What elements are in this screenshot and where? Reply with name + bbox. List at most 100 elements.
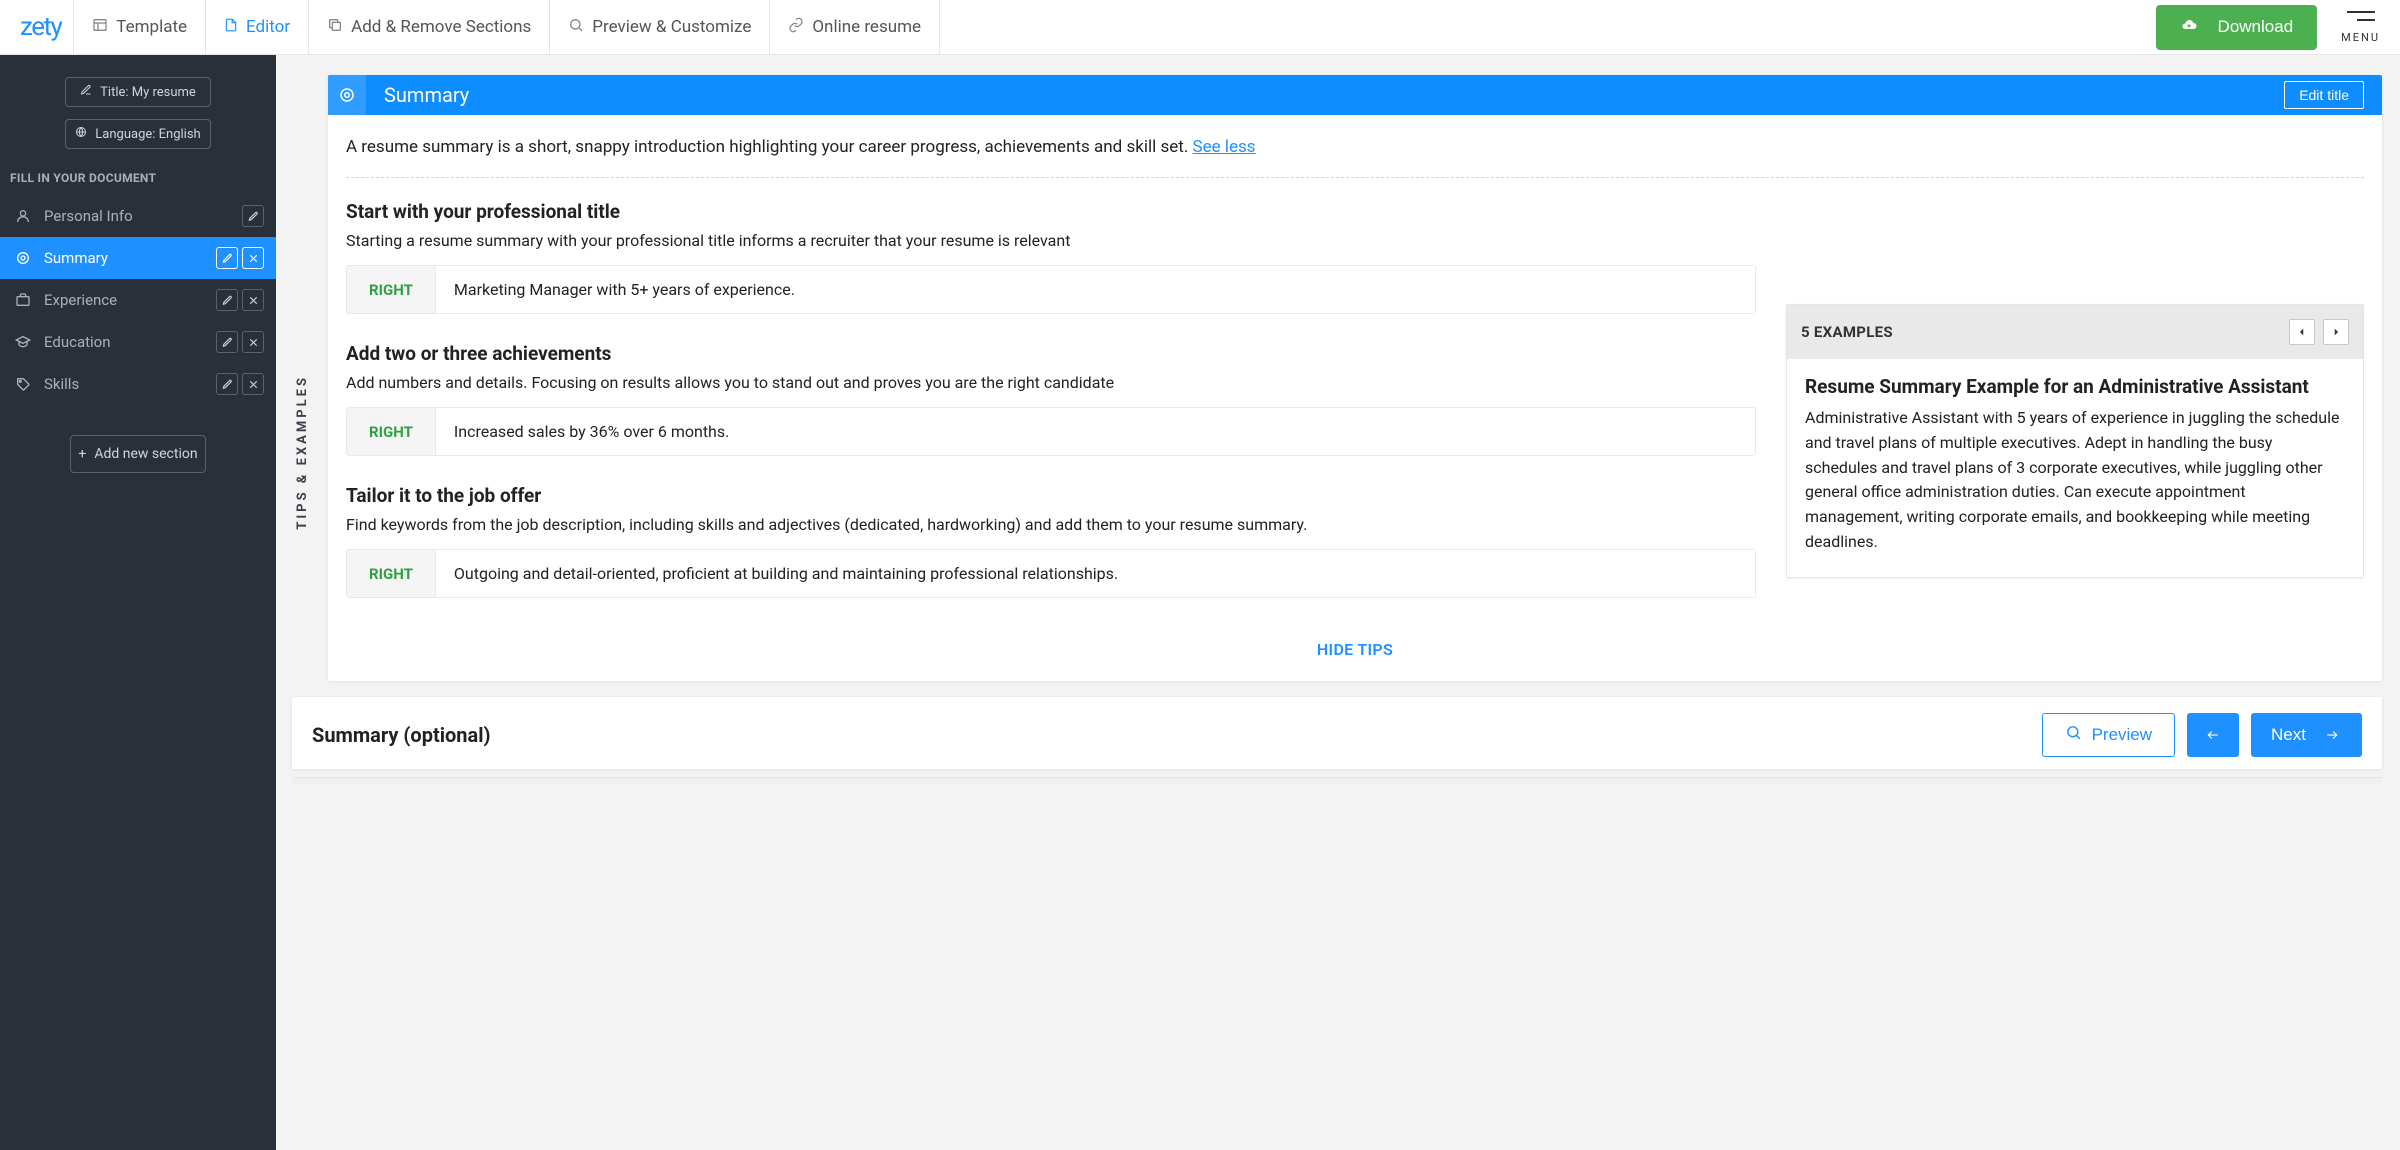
sidebar-heading: FILL IN YOUR DOCUMENT <box>0 155 276 195</box>
section-header: Summary Edit title <box>328 75 2382 115</box>
file-icon <box>224 17 238 38</box>
tip-desc: Add numbers and details. Focusing on res… <box>346 371 1756 395</box>
editor-area-clipped <box>292 777 2382 785</box>
cloud-download-icon <box>2180 17 2208 38</box>
example-card: 5 EXAMPLES <box>1786 304 2364 578</box>
main-area: TIPS & EXAMPLES Summary Edit title A res… <box>276 55 2400 1150</box>
pencil-icon <box>80 84 92 100</box>
remove-icon[interactable] <box>242 289 264 311</box>
sidebar-item-personal[interactable]: Personal Info <box>0 195 276 237</box>
sidebar-item-summary[interactable]: Summary <box>0 237 276 279</box>
nav-addremove[interactable]: Add & Remove Sections <box>309 0 550 55</box>
see-less-link[interactable]: See less <box>1193 137 1256 157</box>
next-button[interactable]: Next <box>2251 713 2362 757</box>
menu-button[interactable]: MENU <box>2341 11 2380 44</box>
edit-title-button[interactable]: Edit title <box>2284 81 2364 109</box>
intro-text-span: A resume summary is a short, snappy intr… <box>346 137 1193 157</box>
briefcase-icon <box>12 292 34 308</box>
sidebar-item-label: Summary <box>44 249 108 267</box>
nav-editor[interactable]: Editor <box>206 0 309 55</box>
section-title: Summary <box>384 83 469 107</box>
brand-logo[interactable]: zety <box>20 12 61 42</box>
tips-card: Summary Edit title A resume summary is a… <box>328 75 2382 681</box>
duplicate-icon <box>327 17 343 38</box>
edit-icon[interactable] <box>242 205 264 227</box>
edit-icon[interactable] <box>216 289 238 311</box>
right-label: RIGHT <box>347 281 435 299</box>
remove-icon[interactable] <box>242 331 264 353</box>
sidebar-item-label: Experience <box>44 291 117 309</box>
language-pill-label: Language: English <box>95 127 200 142</box>
edit-icon[interactable] <box>216 247 238 269</box>
menu-label: MENU <box>2341 31 2380 44</box>
magnify-icon <box>568 17 584 38</box>
example-header: 5 EXAMPLES <box>1787 305 2363 359</box>
tips-examples-tab[interactable]: TIPS & EXAMPLES <box>295 375 331 530</box>
sidebar-item-label: Skills <box>44 375 79 393</box>
language-pill[interactable]: Language: English <box>65 119 211 149</box>
cap-icon <box>12 334 34 350</box>
hide-tips-button[interactable]: HIDE TIPS <box>328 626 2382 681</box>
nav-editor-label: Editor <box>246 17 290 37</box>
example-count: 5 EXAMPLES <box>1801 323 1893 341</box>
add-section-button[interactable]: + Add new section <box>70 435 206 473</box>
dashed-separator <box>346 177 2364 178</box>
remove-icon[interactable] <box>242 247 264 269</box>
magnify-icon <box>2065 724 2082 746</box>
tip-title: Start with your professional title <box>346 200 1756 223</box>
tip-title: Add two or three achievements <box>346 342 1756 365</box>
summary-optional-title: Summary (optional) <box>312 723 491 747</box>
top-nav: zety Template Editor Add & Remove Sectio… <box>0 0 2400 55</box>
nav-online-label: Online resume <box>812 17 921 37</box>
tip-2: Add two or three achievements Add number… <box>346 342 1756 456</box>
person-icon <box>12 208 34 224</box>
template-icon <box>92 17 108 38</box>
right-text: Outgoing and detail-oriented, proficient… <box>435 550 1755 597</box>
remove-icon[interactable] <box>242 373 264 395</box>
target-icon <box>12 250 34 266</box>
example-next-button[interactable] <box>2323 319 2349 345</box>
download-button[interactable]: Download <box>2156 5 2318 50</box>
tip-1: Start with your professional title Start… <box>346 200 1756 314</box>
nav-preview-label: Preview & Customize <box>592 17 751 37</box>
download-label: Download <box>2218 17 2294 37</box>
title-pill-label: Title: My resume <box>100 85 196 100</box>
sidebar-item-education[interactable]: Education <box>0 321 276 363</box>
nav-template[interactable]: Template <box>73 0 206 55</box>
tip-3: Tailor it to the job offer Find keywords… <box>346 484 1756 598</box>
arrow-right-icon <box>2322 728 2342 742</box>
back-button[interactable] <box>2187 713 2239 757</box>
hamburger-icon <box>2347 11 2375 27</box>
edit-icon[interactable] <box>216 331 238 353</box>
preview-label: Preview <box>2092 725 2152 745</box>
title-pill[interactable]: Title: My resume <box>65 77 211 107</box>
link-icon <box>788 17 804 38</box>
summary-section-header: Summary (optional) Preview Next <box>292 697 2382 769</box>
right-text: Increased sales by 36% over 6 months. <box>435 408 1755 455</box>
nav-online[interactable]: Online resume <box>770 0 940 55</box>
sidebar-item-label: Personal Info <box>44 207 133 225</box>
right-label: RIGHT <box>347 423 435 441</box>
sidebar-item-skills[interactable]: Skills <box>0 363 276 405</box>
preview-button[interactable]: Preview <box>2042 713 2175 757</box>
arrow-left-icon <box>2203 728 2223 742</box>
tip-desc: Starting a resume summary with your prof… <box>346 229 1756 253</box>
right-label: RIGHT <box>347 565 435 583</box>
plus-icon: + <box>78 446 86 462</box>
tip-example-box: RIGHT Outgoing and detail-oriented, prof… <box>346 549 1756 598</box>
edit-icon[interactable] <box>216 373 238 395</box>
example-title: Resume Summary Example for an Administra… <box>1805 375 2345 398</box>
globe-icon <box>75 126 87 142</box>
add-section-label: Add new section <box>94 446 197 462</box>
example-prev-button[interactable] <box>2289 319 2315 345</box>
example-body: Administrative Assistant with 5 years of… <box>1805 406 2345 555</box>
tag-icon <box>12 376 34 392</box>
tip-title: Tailor it to the job offer <box>346 484 1756 507</box>
next-label: Next <box>2271 725 2306 745</box>
nav-preview[interactable]: Preview & Customize <box>550 0 770 55</box>
nav-addremove-label: Add & Remove Sections <box>351 17 531 37</box>
tip-example-box: RIGHT Increased sales by 36% over 6 mont… <box>346 407 1756 456</box>
target-ribbon-icon <box>328 75 366 115</box>
tip-desc: Find keywords from the job description, … <box>346 513 1756 537</box>
sidebar-item-experience[interactable]: Experience <box>0 279 276 321</box>
